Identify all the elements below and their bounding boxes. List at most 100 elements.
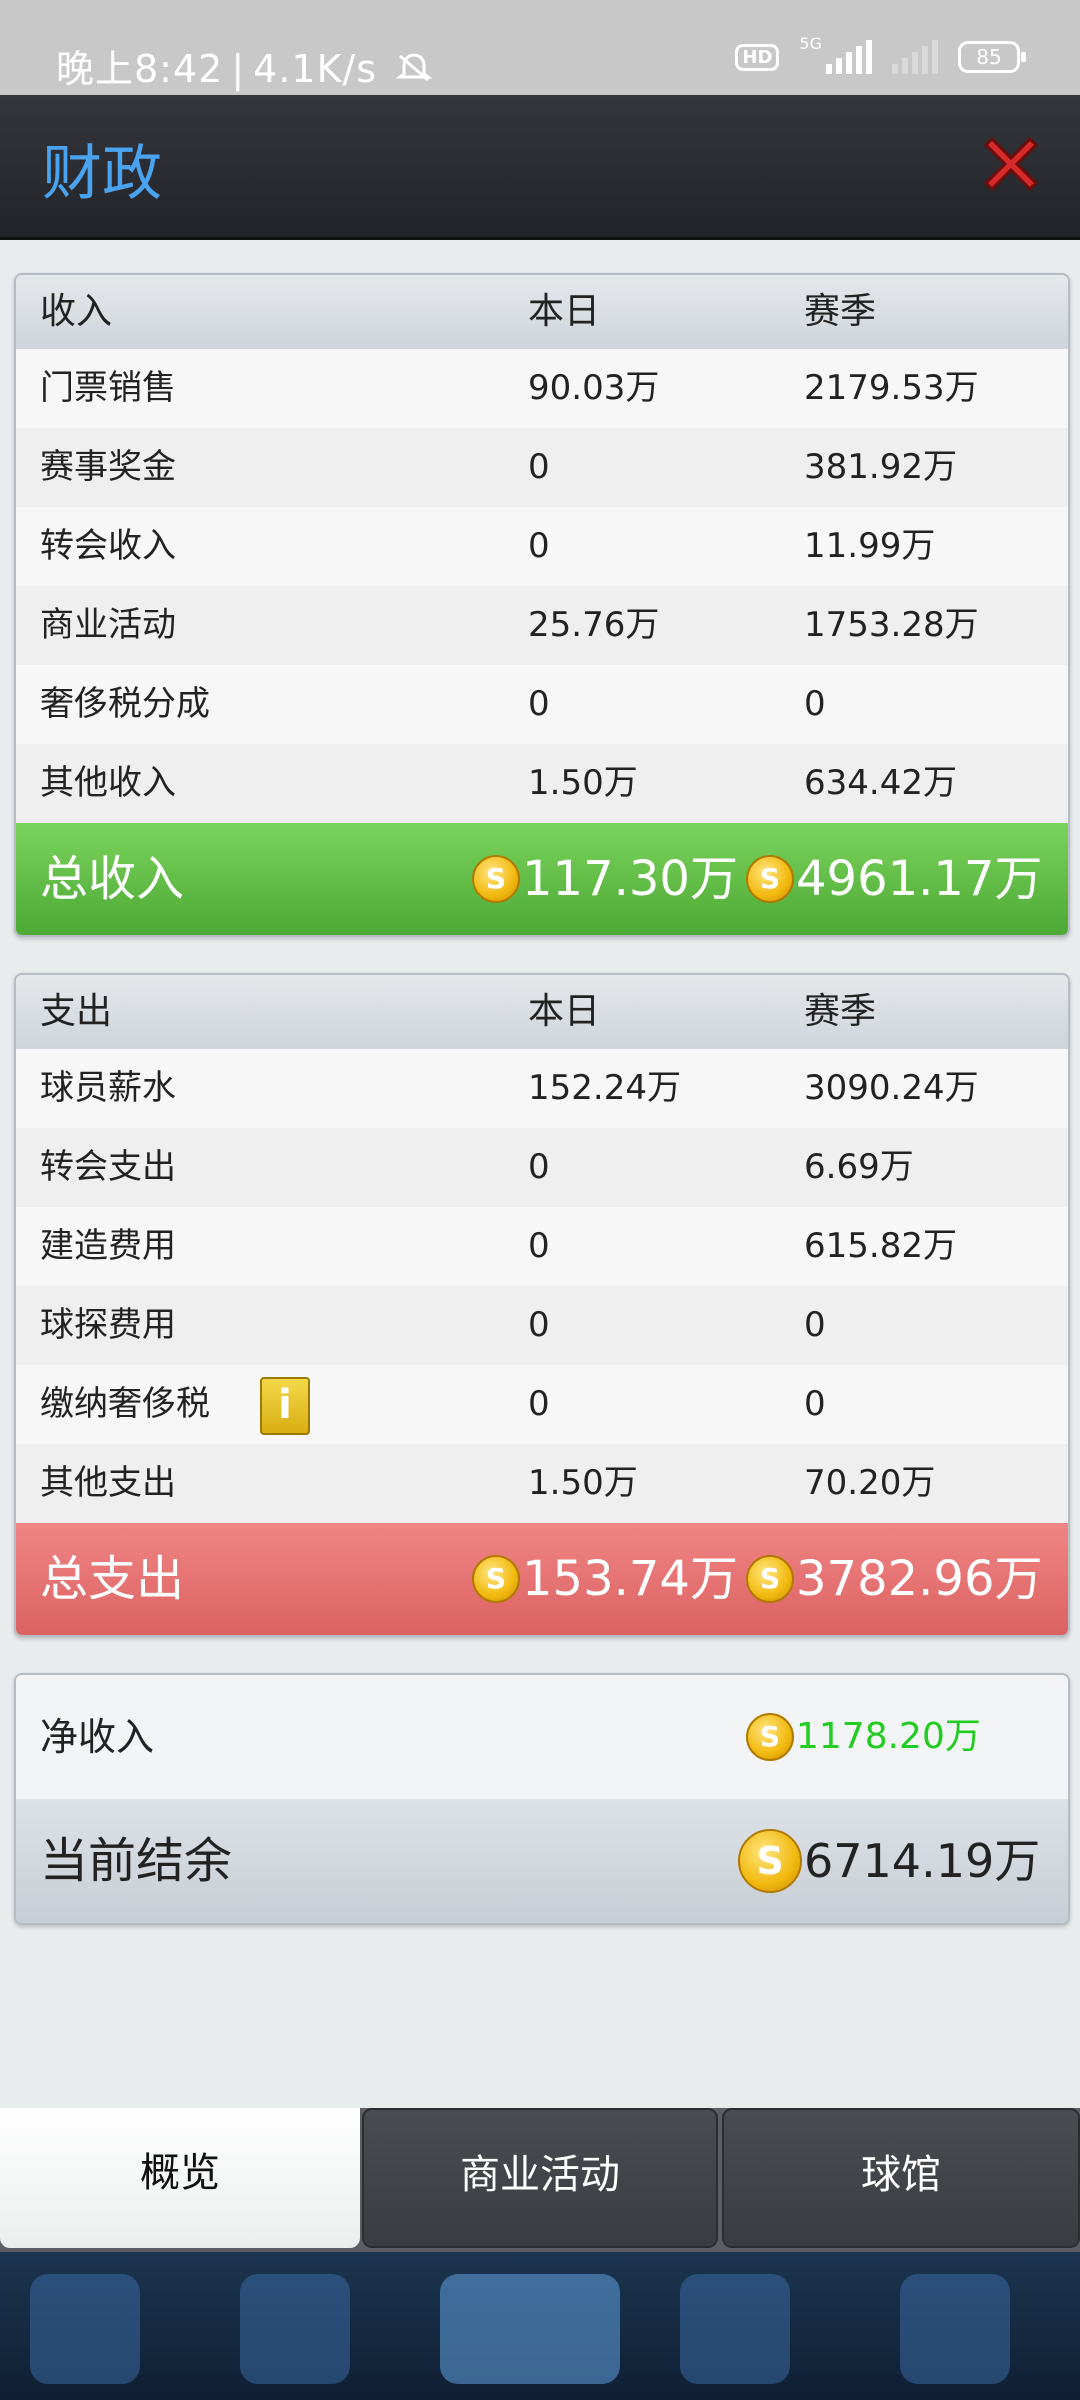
income-row: 奢侈税分成 0 0 (16, 665, 1068, 744)
income-item-season: 11.99万 (804, 526, 936, 566)
close-icon (983, 136, 1039, 192)
income-total-today: 117.30万 (472, 823, 738, 935)
expense-item-season: 6.69万 (804, 1147, 914, 1187)
tab-arena[interactable]: 球馆 (722, 2108, 1080, 2248)
expand-up-icon[interactable] (900, 2274, 1010, 2384)
income-item-season: 634.42万 (804, 763, 957, 803)
income-item-today: 0 (528, 684, 550, 724)
expense-header-label: 支出 (40, 991, 113, 1032)
balance-value-group: 6714.19万 (738, 1827, 1040, 1895)
expense-row: 其他支出 1.50万 70.20万 (16, 1444, 1068, 1523)
income-row: 商业活动 25.76万 1753.28万 (16, 586, 1068, 665)
income-total-label: 总收入 (40, 851, 185, 907)
income-item-today: 90.03万 (528, 368, 660, 408)
net-income-value-group: 1178.20万 (746, 1711, 981, 1763)
expense-item-season: 70.20万 (804, 1463, 936, 1503)
expense-item-label: 建造费用 (40, 1226, 176, 1266)
coin-icon (746, 1713, 794, 1761)
expense-item-today: 152.24万 (528, 1068, 681, 1108)
expense-total-today: 153.74万 (472, 1523, 738, 1635)
tab-business[interactable]: 商业活动 (362, 2108, 718, 2248)
expense-item-today: 1.50万 (528, 1463, 638, 1503)
expense-row: 缴纳奢侈税 i 0 0 (16, 1365, 1068, 1444)
expense-total-label: 总支出 (40, 1551, 185, 1607)
expense-item-label: 球探费用 (40, 1305, 176, 1345)
summary-panel: 净收入 1178.20万 当前结余 6714.19万 (14, 1673, 1070, 1925)
signal-icon (826, 40, 872, 74)
expense-total-season: 3782.96万 (746, 1523, 1043, 1635)
signal-secondary-icon (892, 40, 938, 74)
status-time: 晚上8:42 (56, 47, 224, 91)
mute-icon (395, 47, 433, 91)
expense-header-season: 赛季 (804, 991, 877, 1032)
coin-icon (472, 1555, 520, 1603)
income-item-label: 转会收入 (40, 526, 176, 566)
status-separator: | (231, 47, 246, 91)
expense-item-season: 0 (804, 1305, 826, 1345)
expense-total-today-value: 153.74万 (522, 1551, 738, 1607)
net-income-value: 1178.20万 (796, 1716, 981, 1757)
expense-header-row: 支出 本日 赛季 (16, 975, 1068, 1049)
hd-badge: HD (735, 43, 780, 71)
income-item-label: 奢侈税分成 (40, 684, 210, 724)
income-item-today: 25.76万 (528, 605, 660, 645)
status-left: 晚上8:42 | 4.1K/s (56, 38, 433, 93)
income-total-season-value: 4961.17万 (796, 851, 1043, 907)
income-header-season: 赛季 (804, 291, 877, 332)
bottom-tab-bar: 概览 商业活动 球馆 (0, 2108, 1080, 2252)
expense-item-today: 0 (528, 1226, 550, 1266)
expense-row: 建造费用 0 615.82万 (16, 1207, 1068, 1286)
income-item-today: 1.50万 (528, 763, 638, 803)
team-icon[interactable] (680, 2274, 790, 2384)
income-total-row: 总收入 117.30万 4961.17万 (16, 823, 1068, 935)
income-header-today: 本日 (528, 291, 601, 332)
expense-item-label: 球员薪水 (40, 1068, 176, 1108)
income-item-label: 其他收入 (40, 763, 176, 803)
expense-row: 转会支出 0 6.69万 (16, 1128, 1068, 1207)
coin-icon (738, 1829, 802, 1893)
balance-value: 6714.19万 (804, 1834, 1041, 1888)
status-right: HD 5G 85 (735, 34, 1026, 74)
status-speed: 4.1K/s (253, 47, 378, 91)
expense-item-label: 转会支出 (40, 1147, 176, 1187)
income-total-today-value: 117.30万 (522, 851, 738, 907)
title-bar: 财政 (0, 95, 1080, 240)
expense-item-today: 0 (528, 1147, 550, 1187)
coin-icon (746, 1555, 794, 1603)
income-header-label: 收入 (40, 291, 113, 332)
income-header-row: 收入 本日 赛季 (16, 275, 1068, 349)
expense-row: 球探费用 0 0 (16, 1286, 1068, 1365)
income-item-label: 门票销售 (40, 368, 176, 408)
network-type: 5G (799, 33, 822, 53)
income-row: 门票销售 90.03万 2179.53万 (16, 349, 1068, 428)
income-item-today: 0 (528, 447, 550, 487)
net-income-label: 净收入 (40, 1715, 155, 1759)
expense-item-season: 615.82万 (804, 1226, 957, 1266)
expense-item-season: 3090.24万 (804, 1068, 979, 1108)
close-button[interactable] (978, 131, 1044, 197)
coin-icon (472, 855, 520, 903)
tab-overview[interactable]: 概览 (0, 2108, 360, 2248)
balance-label: 当前结余 (40, 1833, 233, 1889)
expense-header-today: 本日 (528, 991, 601, 1032)
expense-panel: 支出 本日 赛季 球员薪水 152.24万 3090.24万 转会支出 0 6.… (14, 973, 1070, 1637)
expense-total-row: 总支出 153.74万 3782.96万 (16, 1523, 1068, 1635)
expense-item-label: 其他支出 (40, 1463, 176, 1503)
info-icon[interactable]: i (260, 1377, 310, 1435)
income-item-season: 0 (804, 684, 826, 724)
expense-item-label: 缴纳奢侈税 (40, 1384, 210, 1424)
status-bar: 晚上8:42 | 4.1K/s HD 5G 85 (0, 0, 1080, 95)
income-row: 其他收入 1.50万 634.42万 (16, 744, 1068, 823)
battery-level: 85 (976, 45, 1002, 69)
finance-icon[interactable] (240, 2274, 350, 2384)
battery-icon: 85 (958, 41, 1026, 73)
income-row: 转会收入 0 11.99万 (16, 507, 1068, 586)
trophy-icon[interactable] (30, 2274, 140, 2384)
net-income-row: 净收入 1178.20万 (16, 1675, 1068, 1799)
income-total-season: 4961.17万 (746, 823, 1043, 935)
expense-row: 球员薪水 152.24万 3090.24万 (16, 1049, 1068, 1128)
income-panel: 收入 本日 赛季 门票销售 90.03万 2179.53万 赛事奖金 0 381… (14, 273, 1070, 937)
arena-icon[interactable] (440, 2274, 620, 2384)
page-title: 财政 (42, 139, 162, 209)
expense-item-season: 0 (804, 1384, 826, 1424)
